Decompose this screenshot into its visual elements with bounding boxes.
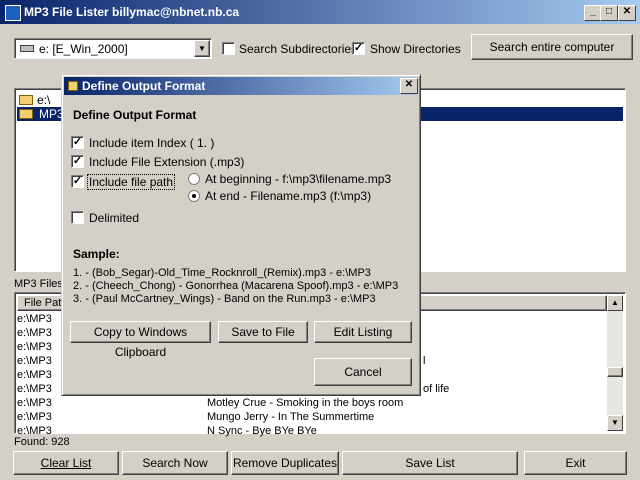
window-title: MP3 File Lister billymac@nbnet.nb.ca [24,5,240,19]
drive-select[interactable]: e: [E_Win_2000] ▼ [14,38,212,59]
sample-line: 1. - (Bob_Segar)-Old_Time_Rocknroll_(Rem… [73,267,371,279]
include-path-checkbox[interactable]: ✓ [71,175,84,188]
scrollbar-thumb[interactable] [607,367,623,377]
show-dirs-label: Show Directories [370,42,461,56]
table-row[interactable]: e:\MP3 [17,326,52,340]
cell-name: N Sync - Bye BYe BYe [207,425,317,437]
radio-at-end[interactable] [188,190,200,202]
maximize-button[interactable]: □ [600,5,618,21]
radio-at-beginning-label: At beginning - f:\mp3\filename.mp3 [205,172,392,186]
cell-path: e:\MP3 [17,327,52,339]
sample-heading: Sample: [73,247,120,261]
cell-name: Motley Crue - Smoking in the boys room [207,397,404,409]
edit-listing-button[interactable]: Edit Listing [314,321,412,343]
cell-name: l [423,355,426,367]
include-ext-label: Include File Extension (.mp3) [89,155,245,169]
exit-button[interactable]: Exit [524,451,627,475]
sample-line: 2. - (Cheech_Chong) - Gonorrhea (Macaren… [73,280,399,292]
cell-name: of life [423,383,450,395]
column-header-path[interactable]: File Path [18,297,67,309]
table-row[interactable]: e:\MP3 Mungo Jerry - In The Summertime [17,410,374,424]
files-section-label: MP3 Files [14,278,63,290]
cell-path: e:\MP3 [17,383,52,395]
search-computer-button[interactable]: Search entire computer [471,34,633,60]
table-row[interactable]: e:\MP3 l [17,354,425,368]
cell-path: e:\MP3 [17,355,52,367]
cell-path: e:\MP3 [17,397,52,409]
search-subdirs-label: Search Subdirectories [239,42,358,56]
table-row[interactable]: e:\MP3 [17,312,52,326]
table-row[interactable]: e:\MP3 of life [17,382,449,396]
include-index-checkbox[interactable]: ✓ [71,136,84,149]
drive-icon [20,45,34,52]
search-now-button[interactable]: Search Now [122,451,228,475]
table-row[interactable]: e:\MP3 [17,368,52,382]
app-icon [5,5,21,21]
folder-open-icon [19,109,33,119]
include-index-label: Include item Index ( 1. ) [89,136,215,150]
close-button[interactable]: ✕ [618,5,636,21]
chevron-down-icon[interactable]: ▼ [194,40,210,57]
save-to-file-button[interactable]: Save to File [218,321,308,343]
include-path-label: Include file path [87,174,176,190]
vertical-scrollbar[interactable]: ▲ ▼ [607,295,623,431]
clear-list-label: Clear List [40,456,92,470]
folder-icon [19,95,33,105]
dialog-heading: Define Output Format [73,108,197,122]
scroll-down-arrow-icon[interactable]: ▼ [607,415,623,431]
dialog-icon [68,81,78,91]
save-list-button[interactable]: Save List [342,451,518,475]
sample-line: 3. - (Paul McCartney_Wings) - Band on th… [73,293,376,305]
tree-item-label: e:\ [37,93,51,107]
drive-value: e: [E_Win_2000] [39,42,128,56]
cell-name: Mungo Jerry - In The Summertime [207,411,375,423]
show-dirs-checkbox[interactable]: ✓ [352,42,365,55]
radio-at-end-label: At end - Filename.mp3 (f:\mp3) [205,189,372,203]
copy-clipboard-button[interactable]: Copy to Windows Clipboard [70,321,211,359]
dialog-titlebar[interactable]: Define Output Format ✕ [64,77,418,95]
table-row[interactable]: e:\MP3 [17,340,52,354]
cell-path: e:\MP3 [17,369,52,381]
window-titlebar[interactable]: MP3 File Lister billymac@nbnet.nb.ca _ □… [0,0,640,24]
cell-path: e:\MP3 [17,411,52,423]
delimited-checkbox[interactable] [71,211,84,224]
dialog-title: Define Output Format [82,79,206,93]
cell-path: e:\MP3 [17,341,52,353]
delimited-label: Delimited [89,211,140,225]
remove-duplicates-button[interactable]: Remove Duplicates [231,451,339,475]
radio-at-beginning[interactable] [188,173,200,185]
dialog-close-icon[interactable]: ✕ [400,78,418,94]
cancel-button[interactable]: Cancel [314,358,412,386]
search-subdirs-checkbox[interactable] [222,42,235,55]
clear-list-button[interactable]: Clear List [13,451,119,475]
cell-path: e:\MP3 [17,313,52,325]
found-count: Found: 928 [14,436,70,448]
tree-item-label: MP3 [39,107,64,121]
include-ext-checkbox[interactable]: ✓ [71,155,84,168]
scroll-up-arrow-icon[interactable]: ▲ [607,295,623,311]
table-row[interactable]: e:\MP3 Motley Crue - Smoking in the boys … [17,396,403,410]
